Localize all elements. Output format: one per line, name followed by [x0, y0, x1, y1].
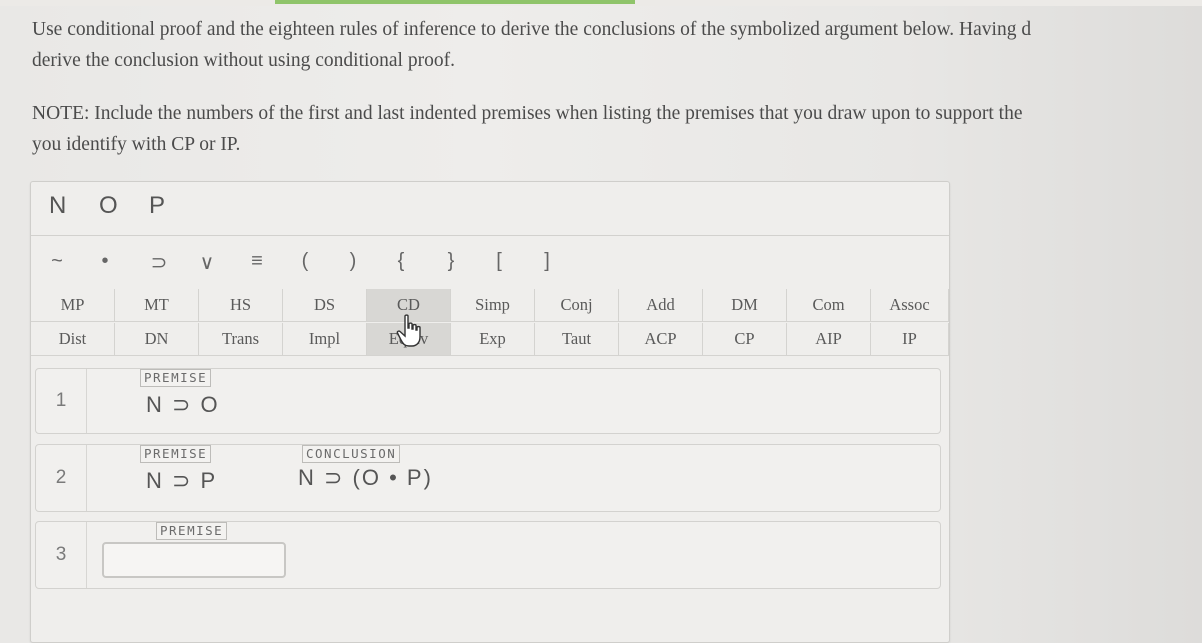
rules-grid: MP MT HS DS CD Simp Conj Add DM Com Asso…: [31, 289, 949, 357]
hand-cursor-icon: [396, 314, 421, 347]
rule-button-add[interactable]: Add: [619, 289, 703, 322]
proof-line-2: 2 PREMISE N ⊃ P CONCLUSION N ⊃ (O • P): [35, 444, 941, 512]
triple-bar-button[interactable]: ≡: [243, 250, 271, 273]
horseshoe-button[interactable]: ⊃: [145, 250, 173, 275]
rule-button-ip[interactable]: IP: [871, 323, 949, 356]
proof-panel: N O P ~ • ⊃ ∨ ≡ ( ) { } [ ] MP MT HS DS …: [30, 181, 950, 643]
open-paren-button[interactable]: (: [291, 250, 319, 273]
conclusion-formula: N ⊃ (O • P): [298, 465, 433, 490]
close-bracket-button[interactable]: ]: [533, 250, 561, 273]
rules-row-1: MP MT HS DS CD Simp Conj Add DM Com Asso…: [31, 289, 949, 323]
line-number: 1: [36, 369, 87, 433]
rule-button-mp[interactable]: MP: [31, 289, 115, 322]
open-bracket-button[interactable]: [: [485, 250, 513, 273]
rule-button-impl[interactable]: Impl: [283, 323, 367, 356]
rule-button-aip[interactable]: AIP: [787, 323, 871, 356]
premise-tag: PREMISE: [140, 445, 212, 463]
rule-button-taut[interactable]: Taut: [535, 323, 619, 356]
rule-button-mt[interactable]: MT: [115, 289, 199, 322]
rule-button-com[interactable]: Com: [787, 289, 871, 322]
open-brace-button[interactable]: {: [387, 250, 415, 273]
variable-button-n[interactable]: N: [49, 192, 66, 220]
rule-button-assoc[interactable]: Assoc: [871, 289, 949, 322]
premise-formula: N ⊃ P: [146, 468, 218, 493]
instructions-line-1: Use conditional proof and the eighteen r…: [32, 19, 1032, 40]
rules-row-2: Dist DN Trans Impl Equiv Exp Taut ACP CP…: [31, 323, 949, 357]
rule-button-dm[interactable]: DM: [703, 289, 787, 322]
premise-tag: PREMISE: [156, 522, 228, 540]
premise-formula: N ⊃ O: [146, 392, 220, 417]
rule-button-simp[interactable]: Simp: [451, 289, 535, 322]
close-paren-button[interactable]: ): [339, 250, 367, 273]
rule-button-hs[interactable]: HS: [199, 289, 283, 322]
variable-toolbar: N O P: [31, 182, 949, 236]
symbol-toolbar: ~ • ⊃ ∨ ≡ ( ) { } [ ]: [31, 236, 949, 290]
line-number: 2: [36, 445, 87, 511]
line-number: 3: [36, 522, 87, 588]
variable-button-p[interactable]: P: [149, 192, 165, 220]
note-line-1: NOTE: Include the numbers of the first a…: [32, 103, 1023, 124]
progress-accent: [275, 0, 635, 4]
rule-button-ds[interactable]: DS: [283, 289, 367, 322]
variable-button-o[interactable]: O: [99, 192, 118, 220]
instructions: Use conditional proof and the eighteen r…: [32, 14, 1202, 160]
rule-button-dist[interactable]: Dist: [31, 323, 115, 356]
dot-button[interactable]: •: [91, 250, 119, 273]
note-line-2: you identify with CP or IP.: [32, 134, 241, 155]
conclusion-tag: CONCLUSION: [302, 445, 401, 463]
rule-button-cp[interactable]: CP: [703, 323, 787, 356]
proof-line-3: 3 PREMISE: [35, 521, 941, 589]
premise-tag: PREMISE: [140, 369, 212, 387]
proof-line-1: 1 PREMISE N ⊃ O: [35, 368, 941, 434]
instructions-line-2: derive the conclusion without using cond…: [32, 50, 455, 71]
rule-button-exp[interactable]: Exp: [451, 323, 535, 356]
rule-button-dn[interactable]: DN: [115, 323, 199, 356]
tilde-button[interactable]: ~: [43, 250, 71, 273]
premise-input[interactable]: [102, 542, 286, 578]
rule-button-trans[interactable]: Trans: [199, 323, 283, 356]
top-bar: [0, 0, 1202, 6]
rule-button-conj[interactable]: Conj: [535, 289, 619, 322]
wedge-button[interactable]: ∨: [193, 250, 221, 275]
rule-button-acp[interactable]: ACP: [619, 323, 703, 356]
close-brace-button[interactable]: }: [437, 250, 465, 273]
